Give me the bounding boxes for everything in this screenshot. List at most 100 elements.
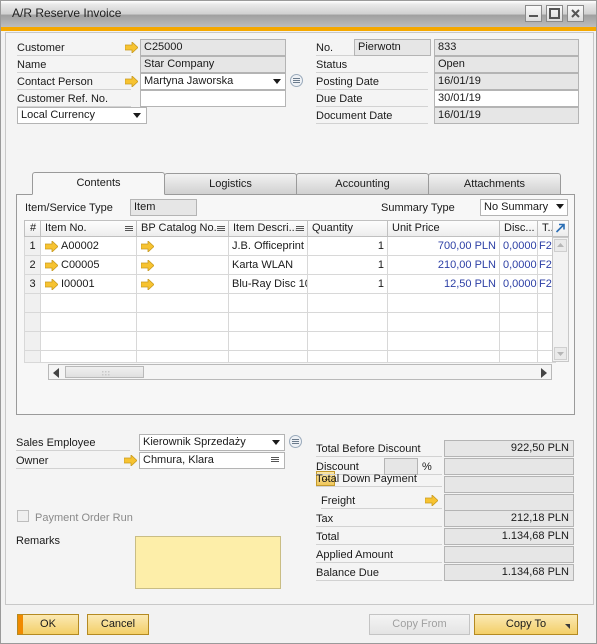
table-row-empty[interactable] bbox=[500, 351, 538, 363]
col-header-bp-catalog[interactable]: BP Catalog No. bbox=[137, 220, 229, 237]
table-row-empty[interactable] bbox=[137, 313, 229, 332]
contact-menu-icon[interactable] bbox=[290, 74, 303, 87]
link-arrow-icon-owner[interactable] bbox=[124, 455, 137, 466]
title-bar[interactable]: A/R Reserve Invoice bbox=[1, 1, 596, 27]
tab-contents[interactable]: Contents bbox=[32, 172, 165, 195]
tab-accounting[interactable]: Accounting bbox=[296, 173, 429, 195]
no-series-input[interactable]: Pierwotn bbox=[354, 39, 431, 56]
table-row-empty[interactable] bbox=[308, 332, 388, 351]
table-row-empty[interactable] bbox=[137, 351, 229, 363]
table-row-description[interactable]: J.B. Officeprint 11 bbox=[229, 237, 308, 256]
table-row-discount[interactable]: 0,0000 bbox=[500, 275, 538, 294]
cancel-button[interactable]: Cancel bbox=[87, 614, 149, 635]
table-row-quantity[interactable]: 1 bbox=[308, 237, 388, 256]
sales-employee-select[interactable]: Kierownik Sprzedaży bbox=[139, 434, 285, 451]
col-header-description[interactable]: Item Descri... bbox=[229, 220, 308, 237]
table-row-empty[interactable] bbox=[308, 294, 388, 313]
column-menu-icon-description[interactable] bbox=[296, 226, 304, 232]
copy-to-button[interactable]: Copy To bbox=[474, 614, 578, 635]
link-arrow-icon-row1-item[interactable] bbox=[45, 241, 58, 252]
table-row-empty[interactable] bbox=[388, 294, 500, 313]
table-row-empty[interactable] bbox=[308, 313, 388, 332]
grid-vertical-scrollbar[interactable] bbox=[552, 237, 569, 362]
customer-input[interactable]: C25000 bbox=[140, 39, 286, 56]
table-row-empty[interactable] bbox=[229, 332, 308, 351]
table-row-empty[interactable] bbox=[137, 294, 229, 313]
col-header-item-no[interactable]: Item No. bbox=[41, 220, 137, 237]
table-row-empty[interactable] bbox=[137, 332, 229, 351]
link-arrow-icon-freight[interactable] bbox=[425, 495, 438, 506]
table-row-empty[interactable] bbox=[41, 332, 137, 351]
remarks-textarea[interactable] bbox=[135, 536, 281, 589]
payment-order-run-checkbox[interactable] bbox=[17, 510, 29, 522]
scroll-left-icon[interactable] bbox=[53, 368, 59, 378]
table-row-quantity[interactable]: 1 bbox=[308, 275, 388, 294]
customer-ref-input[interactable] bbox=[140, 90, 286, 107]
scrollbar-thumb[interactable] bbox=[65, 366, 144, 378]
minimize-icon[interactable] bbox=[525, 5, 542, 22]
table-row-empty[interactable] bbox=[41, 294, 137, 313]
table-row-unit-price[interactable]: 700,00 PLN bbox=[388, 237, 500, 256]
sales-employee-menu-icon[interactable] bbox=[289, 435, 302, 448]
no-value-input[interactable]: 833 bbox=[434, 39, 579, 56]
column-menu-icon-bp-catalog[interactable] bbox=[217, 226, 225, 232]
contact-person-select[interactable]: Martyna Jaworska bbox=[140, 73, 286, 90]
table-row-empty[interactable] bbox=[41, 313, 137, 332]
col-header-unit-price[interactable]: Unit Price bbox=[388, 220, 500, 237]
table-row-description[interactable]: Karta WLAN bbox=[229, 256, 308, 275]
table-row-empty[interactable] bbox=[229, 313, 308, 332]
link-arrow-icon-customer[interactable] bbox=[125, 42, 138, 53]
scroll-up-icon[interactable] bbox=[554, 239, 567, 252]
freight-value[interactable] bbox=[444, 494, 574, 511]
chevron-down-icon-currency[interactable] bbox=[133, 113, 141, 118]
currency-select[interactable]: Local Currency bbox=[17, 107, 147, 124]
scroll-right-icon[interactable] bbox=[541, 368, 547, 378]
tab-logistics[interactable]: Logistics bbox=[164, 173, 297, 195]
link-arrow-icon-contact[interactable] bbox=[125, 76, 138, 87]
expand-grid-icon[interactable] bbox=[552, 220, 569, 237]
ok-button[interactable]: OK bbox=[17, 614, 79, 635]
document-date-input[interactable]: 16/01/19 bbox=[434, 107, 579, 124]
summary-type-select[interactable]: No Summary bbox=[480, 199, 568, 216]
copy-from-button[interactable]: Copy From bbox=[369, 614, 470, 635]
posting-date-input[interactable]: 16/01/19 bbox=[434, 73, 579, 90]
table-row-empty[interactable] bbox=[41, 351, 137, 363]
table-row-discount[interactable]: 0,0000 bbox=[500, 237, 538, 256]
table-row-empty[interactable] bbox=[500, 332, 538, 351]
table-row-unit-price[interactable]: 12,50 PLN bbox=[388, 275, 500, 294]
table-row-empty[interactable] bbox=[388, 313, 500, 332]
due-date-input[interactable]: 30/01/19 bbox=[434, 90, 579, 107]
grid-horizontal-scrollbar[interactable] bbox=[48, 364, 552, 380]
chevron-down-icon-contact[interactable] bbox=[273, 79, 281, 84]
table-row-empty[interactable] bbox=[229, 294, 308, 313]
table-row-unit-price[interactable]: 210,00 PLN bbox=[388, 256, 500, 275]
name-input[interactable]: Star Company bbox=[140, 56, 286, 73]
table-row-quantity[interactable]: 1 bbox=[308, 256, 388, 275]
tab-attachments[interactable]: Attachments bbox=[428, 173, 561, 195]
table-row-empty[interactable] bbox=[388, 332, 500, 351]
link-arrow-icon-row3-item[interactable] bbox=[45, 279, 58, 290]
link-arrow-icon-row1-bp[interactable] bbox=[141, 241, 154, 252]
scroll-down-icon[interactable] bbox=[554, 347, 567, 360]
table-row-empty[interactable] bbox=[500, 313, 538, 332]
table-row-empty[interactable] bbox=[500, 294, 538, 313]
table-row-empty[interactable] bbox=[388, 351, 500, 363]
table-row-empty[interactable] bbox=[308, 351, 388, 363]
col-header-num[interactable]: # bbox=[24, 220, 41, 237]
item-service-type-value[interactable]: Item bbox=[130, 199, 197, 216]
column-menu-icon-item-no[interactable] bbox=[125, 226, 133, 232]
caret-down-icon-copy-to[interactable] bbox=[565, 624, 570, 629]
chevron-down-icon-summary[interactable] bbox=[556, 204, 564, 209]
link-arrow-icon-row2-bp[interactable] bbox=[141, 260, 154, 271]
close-icon[interactable] bbox=[567, 5, 584, 22]
owner-select[interactable]: Chmura, Klara bbox=[139, 452, 285, 469]
owner-menu-icon[interactable] bbox=[271, 457, 279, 463]
link-arrow-icon-row2-item[interactable] bbox=[45, 260, 58, 271]
col-header-quantity[interactable]: Quantity bbox=[308, 220, 388, 237]
table-row-empty[interactable] bbox=[229, 351, 308, 363]
table-row-description[interactable]: Blu-Ray Disc 10-P bbox=[229, 275, 308, 294]
link-arrow-icon-row3-bp[interactable] bbox=[141, 279, 154, 290]
col-header-discount[interactable]: Disc... bbox=[500, 220, 538, 237]
maximize-icon[interactable] bbox=[546, 5, 563, 22]
chevron-down-icon-sales-employee[interactable] bbox=[272, 440, 280, 445]
